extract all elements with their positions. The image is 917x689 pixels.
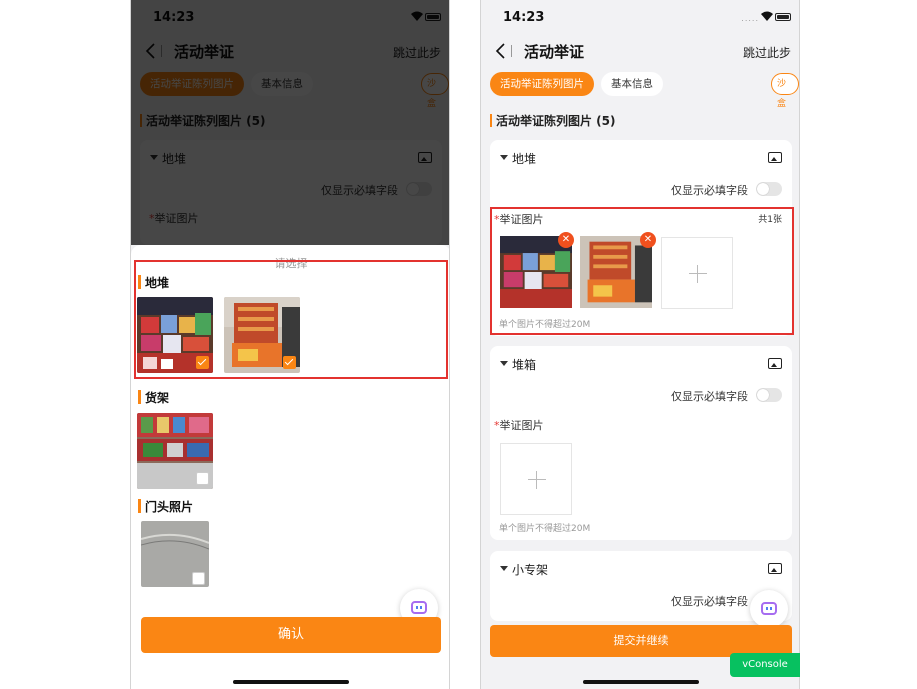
caret-down-icon: [500, 361, 508, 366]
status-time: 14:23: [503, 10, 545, 25]
caret-down-icon: [500, 566, 508, 571]
back-arrow-icon[interactable]: [491, 40, 511, 62]
vconsole-button[interactable]: vConsole: [730, 653, 800, 677]
checkbox-unchecked[interactable]: [192, 572, 205, 585]
checkbox-unchecked[interactable]: [196, 472, 209, 485]
card-header[interactable]: 堆箱: [490, 346, 792, 382]
home-indicator: [233, 680, 349, 684]
section-title: 活动举证陈列图片 (5): [490, 112, 616, 129]
home-indicator: [583, 680, 699, 684]
status-bar: 14:23 .....: [481, 0, 799, 36]
caret-down-icon: [500, 155, 508, 160]
tab-display-images[interactable]: 活动举证陈列图片: [490, 72, 594, 96]
required-only-toggle[interactable]: [756, 182, 782, 196]
signal-dots: .....: [741, 14, 759, 23]
group-title-storefront: 门头照片: [138, 498, 193, 515]
phone-right: 14:23 ..... 活动举证 跳过此步 活动举证陈列图片 基本信息 沙盒 活…: [480, 0, 800, 689]
field-label: *举证图片: [494, 419, 544, 432]
card-mini-rack: 小专架 仅显示必填字段: [490, 551, 792, 621]
assistant-robot-icon[interactable]: [750, 590, 788, 628]
group-title-shelf: 货架: [138, 389, 169, 406]
card-title: 堆箱: [512, 358, 537, 372]
card-title: 地堆: [512, 152, 537, 166]
toggle-label: 仅显示必填字段: [671, 390, 748, 403]
dim-overlay[interactable]: [131, 0, 449, 245]
image-icon[interactable]: [768, 563, 782, 574]
highlight-box: [134, 260, 448, 379]
tab-bar: 活动举证陈列图片 基本信息 沙盒: [481, 72, 799, 109]
battery-icon: [775, 13, 791, 21]
skip-button[interactable]: 跳过此步: [743, 44, 791, 61]
card-header[interactable]: 地堆: [490, 140, 792, 176]
image-icon[interactable]: [768, 152, 782, 163]
toggle-label: 仅显示必填字段: [671, 595, 748, 608]
photo-thumb[interactable]: [137, 413, 213, 489]
nav-bar: 活动举证 跳过此步: [481, 36, 799, 68]
phone-left: 14:23 活动举证 跳过此步 活动举证陈列图片 基本信息 沙盒 活动举证陈列图…: [130, 0, 450, 689]
tab-basic-info[interactable]: 基本信息: [601, 72, 663, 96]
add-photo-button[interactable]: [500, 443, 572, 515]
image-icon[interactable]: [768, 358, 782, 369]
toggle-label: 仅显示必填字段: [671, 184, 748, 197]
size-hint: 单个图片不得超过20M: [499, 524, 591, 534]
required-only-toggle[interactable]: [756, 388, 782, 402]
highlight-box: [490, 207, 794, 335]
card-box-stack: 堆箱 仅显示必填字段 *举证图片 单个图片不得超过20M: [490, 346, 792, 540]
confirm-button[interactable]: 确认: [141, 617, 441, 653]
card-header[interactable]: 小专架: [490, 551, 792, 587]
wifi-icon: [761, 11, 773, 21]
card-title: 小专架: [512, 563, 549, 577]
tab-sandbox[interactable]: 沙盒: [771, 73, 799, 109]
page-title: 活动举证: [524, 43, 585, 61]
photo-thumb[interactable]: [141, 521, 209, 587]
nav-divider: [511, 45, 512, 57]
